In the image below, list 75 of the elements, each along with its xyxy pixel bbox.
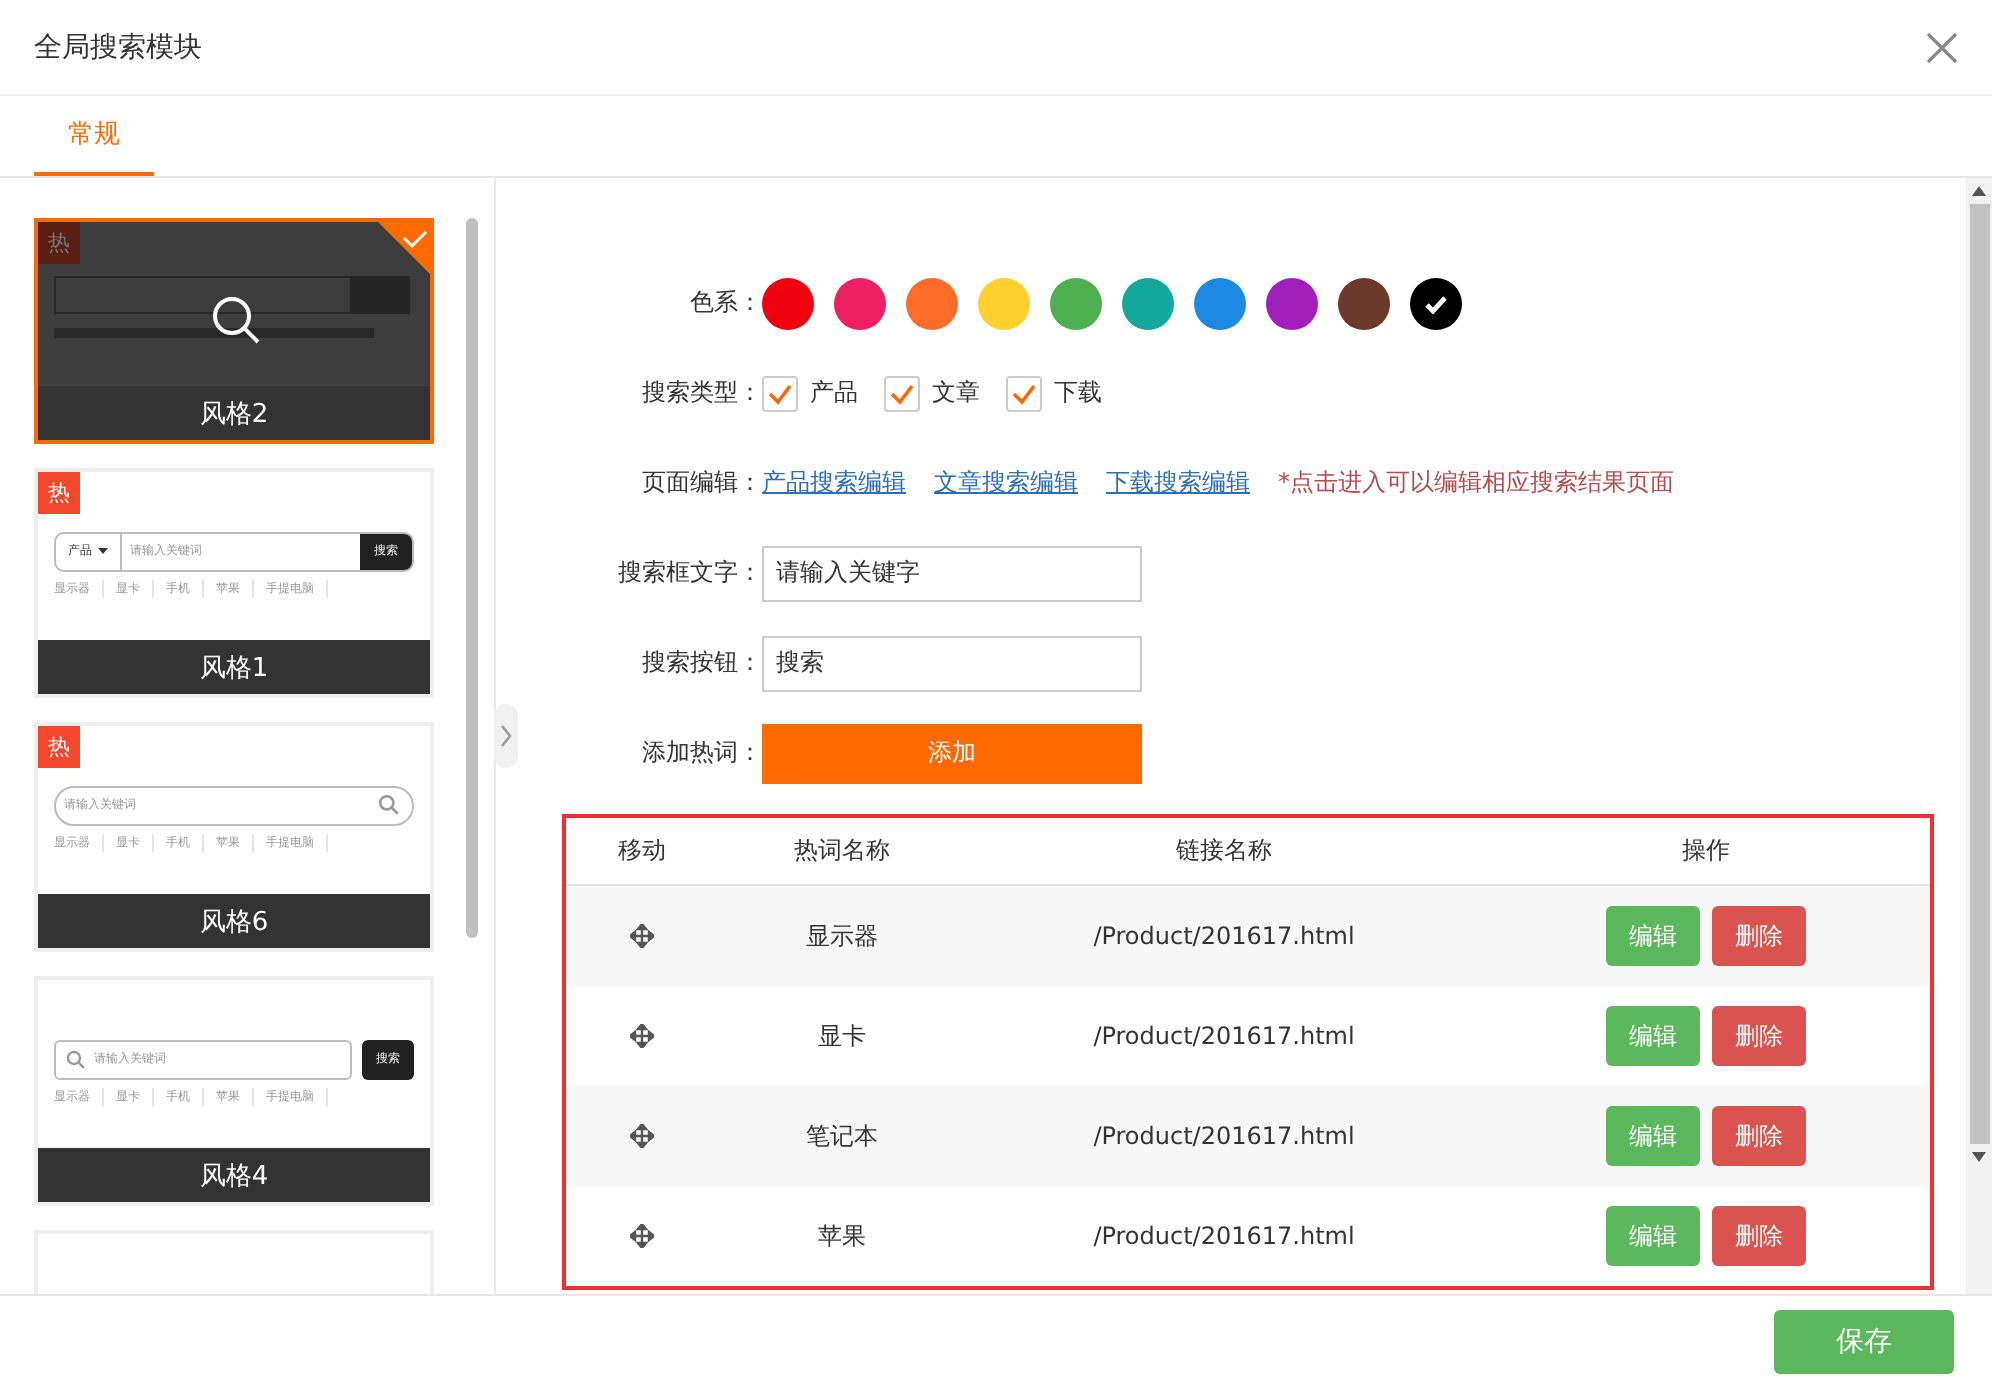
column-header: 链接名称 bbox=[1174, 834, 1274, 868]
scroll-down-icon[interactable] bbox=[1972, 1152, 1986, 1162]
delete-button[interactable]: 删除 bbox=[1712, 1106, 1806, 1166]
color-swatch[interactable] bbox=[1338, 277, 1390, 329]
move-icon[interactable] bbox=[630, 1024, 654, 1048]
edit-button[interactable]: 编辑 bbox=[1606, 1206, 1700, 1266]
color-swatch[interactable] bbox=[834, 277, 886, 329]
search-icon bbox=[378, 794, 400, 816]
table-cell-text: /Product/201617.html bbox=[1091, 1122, 1357, 1150]
color-swatch[interactable] bbox=[906, 277, 958, 329]
search-type-label: 搜索类型： bbox=[640, 376, 762, 410]
column-header: 移动 bbox=[616, 834, 668, 868]
edit-link[interactable]: 文章搜索编辑 bbox=[934, 466, 1078, 500]
color-swatch[interactable] bbox=[1410, 277, 1462, 329]
edit-link[interactable]: 产品搜索编辑 bbox=[762, 466, 906, 500]
table-cell-text: /Product/201617.html bbox=[1091, 922, 1357, 950]
search-text-label: 搜索框文字： bbox=[616, 556, 762, 590]
style-caption: 风格6 bbox=[38, 894, 430, 948]
add-button[interactable]: 添加 bbox=[762, 723, 1142, 783]
table-cell-text: 显卡 bbox=[816, 1019, 868, 1053]
edit-button[interactable]: 编辑 bbox=[1606, 1006, 1700, 1066]
checkbox[interactable] bbox=[1006, 375, 1042, 411]
delete-button[interactable]: 删除 bbox=[1712, 906, 1806, 966]
save-button[interactable]: 保存 bbox=[1774, 1310, 1954, 1374]
table-cell-text: 苹果 bbox=[816, 1219, 868, 1253]
color-swatch[interactable] bbox=[978, 277, 1030, 329]
tab[interactable]: 常规 bbox=[34, 96, 154, 176]
scroll-up-icon[interactable] bbox=[1972, 186, 1986, 196]
table-cell-text: /Product/201617.html bbox=[1091, 1022, 1357, 1050]
table-cell-text: 显示器 bbox=[804, 919, 880, 953]
column-header: 操作 bbox=[1680, 834, 1732, 868]
style-caption: 风格2 bbox=[38, 386, 430, 440]
edit-button[interactable]: 编辑 bbox=[1606, 906, 1700, 966]
delete-button[interactable]: 删除 bbox=[1712, 1006, 1806, 1066]
column-header: 热词名称 bbox=[792, 834, 892, 868]
checkbox[interactable] bbox=[762, 375, 798, 411]
color-swatch[interactable] bbox=[1194, 277, 1246, 329]
color-swatch[interactable] bbox=[1122, 277, 1174, 329]
add-hot-word-label: 添加热词： bbox=[640, 736, 762, 770]
search-icon bbox=[210, 294, 262, 346]
table-cell-text: /Product/201617.html bbox=[1091, 1222, 1357, 1250]
hot-badge: 热 bbox=[38, 726, 80, 768]
hot-badge: 热 bbox=[38, 222, 80, 264]
edit-button[interactable]: 编辑 bbox=[1606, 1106, 1700, 1166]
move-icon[interactable] bbox=[630, 1224, 654, 1248]
checkbox-label: 下载 bbox=[1054, 376, 1102, 410]
search-button-label: 搜索按钮： bbox=[640, 646, 762, 680]
hint-text: *点击进入可以编辑相应搜索结果页面 bbox=[1278, 466, 1674, 500]
checkbox[interactable] bbox=[884, 375, 920, 411]
search-text-field[interactable]: 请输入关键字 bbox=[762, 545, 1142, 601]
color-swatch[interactable] bbox=[1266, 277, 1318, 329]
search-button-field[interactable]: 搜索 bbox=[762, 635, 1142, 691]
color-swatch[interactable] bbox=[762, 277, 814, 329]
checkbox-label: 文章 bbox=[932, 376, 980, 410]
style-caption: 风格4 bbox=[38, 1148, 430, 1202]
edit-link[interactable]: 下载搜索编辑 bbox=[1106, 466, 1250, 500]
dialog-title: 全局搜索模块 bbox=[34, 29, 202, 65]
table-cell-text: 笔记本 bbox=[804, 1119, 880, 1153]
caret-icon bbox=[98, 548, 108, 554]
scrollbar[interactable] bbox=[1966, 178, 1992, 1294]
collapse-handle-icon[interactable] bbox=[494, 704, 518, 768]
style-caption: 风格1 bbox=[38, 640, 430, 694]
move-icon[interactable] bbox=[630, 1124, 654, 1148]
search-icon bbox=[66, 1049, 86, 1069]
checkbox-label: 产品 bbox=[810, 376, 858, 410]
hot-badge: 热 bbox=[38, 472, 80, 514]
color-swatch[interactable] bbox=[1050, 277, 1102, 329]
move-icon[interactable] bbox=[630, 924, 654, 948]
color-label: 色系： bbox=[688, 286, 762, 320]
check-corner-icon bbox=[378, 222, 430, 274]
page-edit-label: 页面编辑： bbox=[640, 466, 762, 500]
style-card[interactable]: 热 风格2 bbox=[34, 218, 434, 444]
scrollbar-thumb[interactable] bbox=[466, 218, 478, 938]
delete-button[interactable]: 删除 bbox=[1712, 1206, 1806, 1266]
close-icon[interactable] bbox=[1926, 31, 1958, 63]
